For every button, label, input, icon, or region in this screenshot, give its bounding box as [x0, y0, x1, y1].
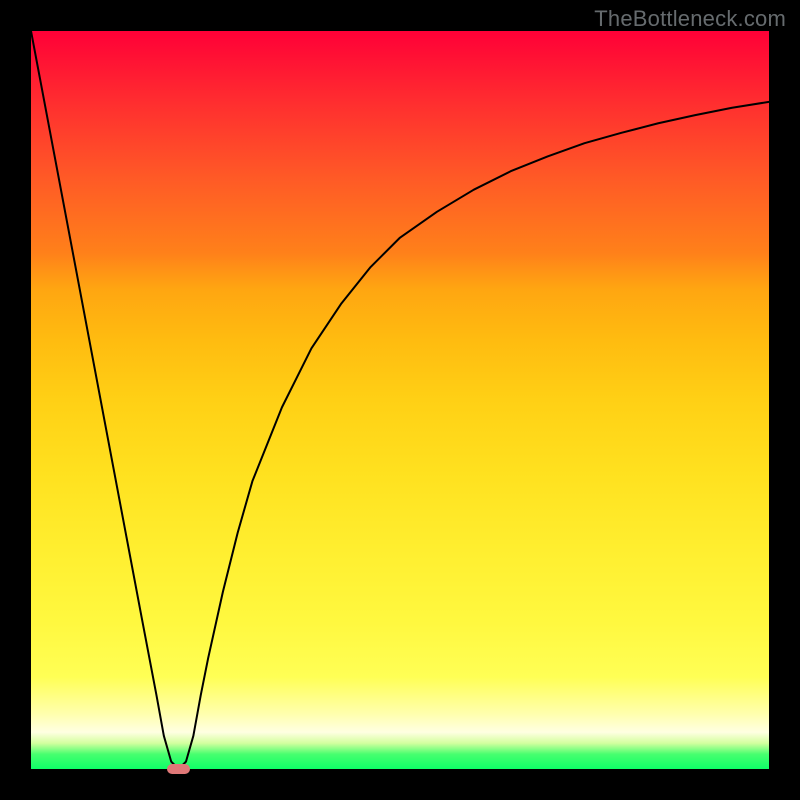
watermark-text: TheBottleneck.com [594, 6, 786, 32]
minimum-marker [167, 764, 191, 774]
plot-area [31, 31, 769, 769]
chart-frame: TheBottleneck.com [0, 0, 800, 800]
curve-svg [31, 31, 769, 769]
bottleneck-curve [31, 31, 769, 769]
